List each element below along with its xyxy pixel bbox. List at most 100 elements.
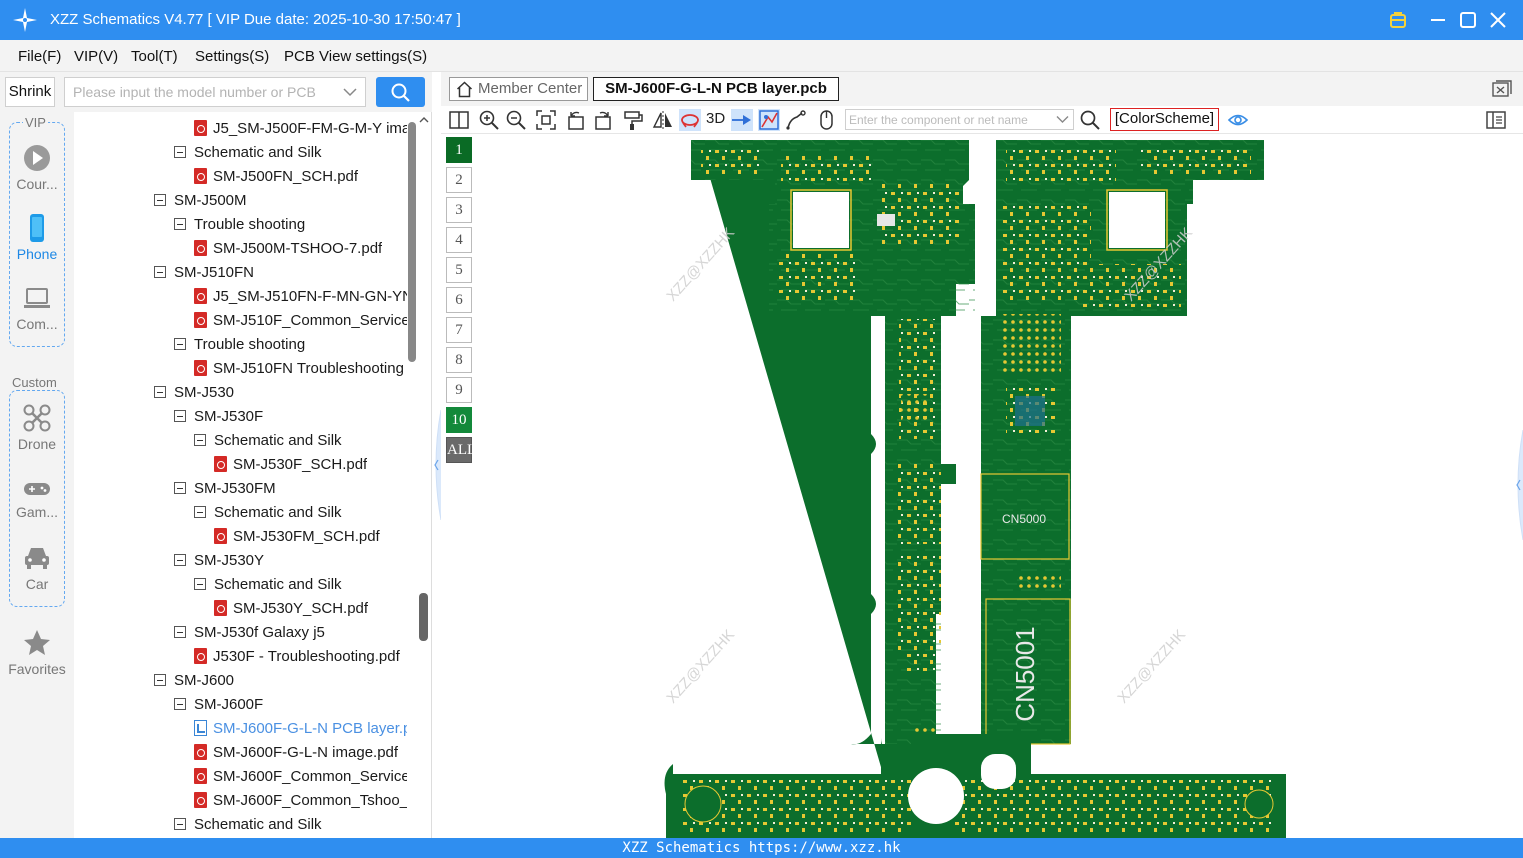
paint-roller-icon[interactable] [622, 109, 644, 131]
chevron-down-icon[interactable] [1056, 115, 1069, 124]
tree-folder[interactable]: Trouble shooting [174, 212, 407, 236]
vip-bag-icon[interactable] [1386, 8, 1410, 32]
collapse-toggle-icon[interactable] [194, 506, 206, 518]
minimize-icon[interactable] [1426, 8, 1450, 32]
tree-folder[interactable]: SM-J600F [174, 692, 407, 716]
side-panel-toggle-icon[interactable] [1485, 109, 1507, 131]
tree-pdf-file[interactable]: SM-J510FN Troubleshooting [194, 356, 407, 380]
collapse-toggle-icon[interactable] [174, 218, 186, 230]
mirror-icon[interactable] [652, 109, 674, 131]
scroll-up-icon[interactable] [418, 114, 430, 126]
flip-board-icon[interactable] [679, 109, 701, 131]
color-scheme-button[interactable]: [ColorScheme] [1110, 108, 1219, 131]
probe-icon[interactable] [785, 109, 807, 131]
tree-folder[interactable]: Schematic and Silk [194, 428, 407, 452]
collapse-toggle-icon[interactable] [194, 578, 206, 590]
tree-folder[interactable]: SM-J530FM [174, 476, 407, 500]
collapse-toggle-icon[interactable] [174, 818, 186, 830]
tree-pcb-file[interactable]: SM-J600F-G-L-N PCB layer.p [194, 716, 407, 740]
collapse-toggle-icon[interactable] [154, 194, 166, 206]
close-tabs-icon[interactable] [1492, 80, 1512, 98]
pcb-board-svg[interactable]: CN5000 CN5001 XZZ@XZZHK XZZ@XZZHK XZZ@XZ… [441, 134, 1523, 838]
pdf-file-icon [194, 240, 207, 256]
zoom-in-icon[interactable] [478, 109, 500, 131]
pcb-right-board[interactable] [941, 140, 1286, 838]
tree-folder[interactable]: SM-J510FN [154, 260, 407, 284]
collapse-toggle-icon[interactable] [174, 338, 186, 350]
category-car[interactable]: Car [0, 543, 74, 592]
model-search-input[interactable] [73, 84, 335, 100]
tree-folder[interactable]: SM-J500M [154, 188, 407, 212]
menu-tool[interactable]: Tool(T) [131, 48, 178, 65]
tree-pdf-file[interactable]: SM-J530F_SCH.pdf [214, 452, 407, 476]
tree-folder[interactable]: Schematic and Silk [194, 500, 407, 524]
expand-panel-handle[interactable] [1513, 430, 1523, 540]
chevron-down-icon[interactable] [343, 87, 357, 97]
tree-folder[interactable]: Trouble shooting [174, 332, 407, 356]
tree-pdf-file[interactable]: J5_SM-J510FN-F-MN-GN-YN-UI [194, 284, 407, 308]
category-courses[interactable]: Cour... [0, 143, 74, 192]
mouse-icon[interactable] [815, 109, 837, 131]
tree-folder[interactable]: SM-J530 [154, 380, 407, 404]
collapse-toggle-icon[interactable] [174, 146, 186, 158]
status-bar: XZZ Schematics https://www.xzz.hk [0, 838, 1523, 858]
rotate-left-icon[interactable] [565, 109, 587, 131]
tree-pdf-file[interactable]: J530F - Troubleshooting.pdf [194, 644, 407, 668]
search-button[interactable] [376, 77, 425, 107]
rotate-right-icon[interactable] [592, 109, 614, 131]
collapse-toggle-icon[interactable] [174, 482, 186, 494]
tab-member-center[interactable]: Member Center [449, 77, 588, 101]
tree-folder[interactable]: SM-J600 [154, 668, 407, 692]
collapse-panel-handle[interactable] [431, 410, 441, 520]
close-icon[interactable] [1486, 8, 1510, 32]
category-drone[interactable]: Drone [0, 403, 74, 452]
zoom-out-icon[interactable] [505, 109, 527, 131]
tree-pdf-file[interactable]: SM-J600F-G-L-N image.pdf [194, 740, 407, 764]
tree-pdf-file[interactable]: SM-J530FM_SCH.pdf [214, 524, 407, 548]
menu-settings[interactable]: Settings(S) [195, 48, 269, 65]
component-search-icon[interactable] [1079, 109, 1101, 131]
tree-pdf-file[interactable]: SM-J530Y_SCH.pdf [214, 596, 407, 620]
category-game[interactable]: Gam... [0, 475, 74, 520]
tree-folder[interactable]: SM-J530F [174, 404, 407, 428]
net-highlight-icon[interactable] [758, 109, 780, 131]
tree-folder[interactable]: Schematic and Silk [174, 812, 407, 836]
tree-pdf-file[interactable]: SM-J510F_Common_Service_Ful [194, 308, 407, 332]
shrink-button[interactable]: Shrink [5, 77, 55, 107]
tree-pdf-file[interactable]: J5_SM-J500F-FM-G-M-Y image. [194, 116, 407, 140]
category-favorites[interactable]: Favorites [0, 628, 74, 677]
menu-pcb-view-settings[interactable]: PCB View settings(S) [284, 48, 427, 65]
tree-pdf-file[interactable]: SM-J600F_Common_Service_ [194, 764, 407, 788]
collapse-toggle-icon[interactable] [174, 626, 186, 638]
outer-scrollbar-thumb[interactable] [419, 593, 428, 641]
pcb-canvas[interactable]: CN5000 CN5001 XZZ@XZZHK XZZ@XZZHK XZZ@XZ… [441, 134, 1523, 838]
tree-folder[interactable]: SM-J530Y [174, 548, 407, 572]
menu-vip[interactable]: VIP(V) [74, 48, 118, 65]
tree-folder[interactable]: Schematic and Silk [174, 140, 407, 164]
component-search-input[interactable] [849, 113, 1049, 127]
maximize-icon[interactable] [1456, 8, 1480, 32]
collapse-toggle-icon[interactable] [174, 554, 186, 566]
category-phone[interactable]: Phone [0, 213, 74, 262]
tree-folder[interactable]: SM-J530f Galaxy j5 [174, 620, 407, 644]
collapse-toggle-icon[interactable] [174, 410, 186, 422]
fit-view-icon[interactable] [535, 109, 557, 131]
pin-mode-icon[interactable] [731, 109, 753, 131]
collapse-toggle-icon[interactable] [154, 266, 166, 278]
tree-pdf-file[interactable]: SM-J500M-TSHOO-7.pdf [194, 236, 407, 260]
collapse-toggle-icon[interactable] [154, 674, 166, 686]
tree-folder[interactable]: Schematic and Silk [194, 572, 407, 596]
split-view-icon[interactable] [448, 109, 470, 131]
tree-pdf-file[interactable]: SM-J600F_Common_Tshoo_7 [194, 788, 407, 812]
view-3d-button[interactable]: 3D [706, 110, 725, 127]
pdf-file-icon [194, 168, 207, 184]
collapse-toggle-icon[interactable] [194, 434, 206, 446]
collapse-toggle-icon[interactable] [154, 386, 166, 398]
tree-pdf-file[interactable]: SM-J500FN_SCH.pdf [194, 164, 407, 188]
tree-scrollbar-thumb[interactable] [408, 122, 416, 362]
menu-file[interactable]: File(F) [18, 48, 61, 65]
category-computer[interactable]: Com... [0, 283, 74, 332]
eye-icon[interactable] [1227, 109, 1249, 131]
collapse-toggle-icon[interactable] [174, 698, 186, 710]
tab-pcb-file[interactable]: SM-J600F-G-L-N PCB layer.pcb [593, 77, 839, 101]
